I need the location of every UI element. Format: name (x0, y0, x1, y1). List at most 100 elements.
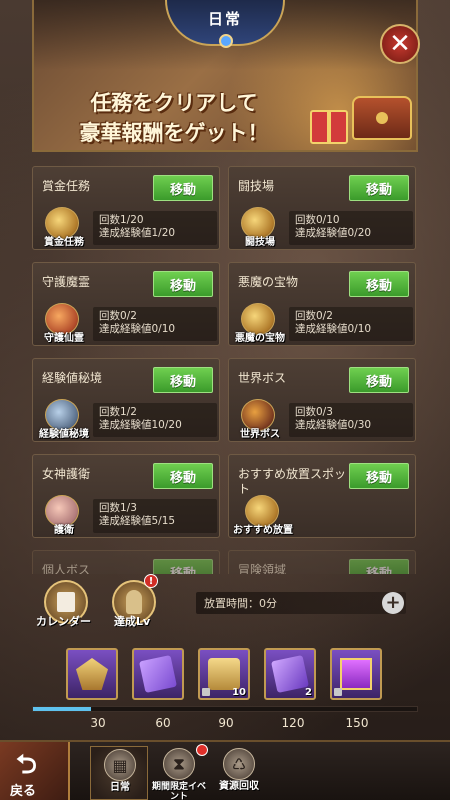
task-card: おすすめ放置スポット 移動 おすすめ放置 (228, 454, 416, 538)
reward-item[interactable]: 2 (264, 648, 316, 700)
move-button[interactable]: 移動 (153, 367, 213, 393)
move-button[interactable]: 移動 (349, 559, 409, 574)
back-button[interactable]: ⮌ 戻る (0, 742, 70, 800)
task-icon-label: 世界ボス (240, 429, 280, 440)
reward-count: 2 (305, 687, 312, 698)
task-card: 経験値秘境 移動 経験値秘境 回数1/2 達成経験値10/20 (32, 358, 220, 442)
move-button[interactable]: 移動 (153, 175, 213, 201)
task-card: 悪魔の宝物 移動 悪魔の宝物 回数0/2 達成経験値0/10 (228, 262, 416, 346)
page-title: 日常 (207, 10, 242, 28)
lock-icon (202, 688, 210, 696)
task-icon-label: 経験値秘境 (39, 429, 89, 440)
task-stats: 回数0/2 達成経験値0/10 (289, 307, 413, 341)
task-title: 個人ボス (42, 563, 91, 574)
task-icon-label: 守護仙霊 (44, 333, 84, 344)
task-count: 回数1/3 (99, 502, 137, 514)
add-idle-time-button[interactable]: + (382, 592, 404, 614)
back-label: 戻る (10, 784, 37, 799)
task-grid[interactable]: 賞金任務 移動 賞金任務 回数1/20 達成経験値1/20 闘技場 移動 闘技場… (32, 166, 418, 574)
task-stats: 回数1/2 達成経験値10/20 (93, 403, 217, 437)
task-title: 闘技場 (238, 179, 275, 193)
recycle-icon: ♺ (223, 748, 255, 780)
reward-count: 10 (232, 687, 246, 698)
back-arrow-icon: ⮌ (16, 750, 37, 780)
task-title: 女神護衛 (42, 467, 91, 481)
move-button[interactable]: 移動 (349, 271, 409, 297)
task-exp: 達成経験値0/30 (295, 419, 372, 431)
reward-item[interactable]: 10 (198, 648, 250, 700)
task-card: 闘技場 移動 闘技場 回数0/10 達成経験値0/20 (228, 166, 416, 250)
wing-emblem-icon (76, 658, 108, 690)
task-stats: 回数1/3 達成経験値5/15 (93, 499, 217, 533)
task-stats: 回数0/3 達成経験値0/30 (289, 403, 413, 437)
close-icon: ✕ (389, 29, 411, 59)
banner-text: 任務をクリアして 豪華報酬をゲット！ (44, 88, 304, 148)
task-title: 賞金任務 (42, 179, 91, 193)
progress-tick: 60 (155, 716, 171, 730)
task-count: 回数0/3 (295, 406, 333, 418)
task-title: 守護魔霊 (42, 275, 91, 289)
task-stats: 回数1/20 達成経験値1/20 (93, 211, 217, 245)
banner-line-2: 豪華報酬をゲット！ (79, 121, 269, 145)
task-count: 回数0/2 (99, 310, 137, 322)
task-title: 世界ボス (238, 371, 287, 385)
move-button[interactable]: 移動 (153, 559, 213, 574)
task-icon-label: おすすめ放置 (233, 525, 293, 536)
task-icon-label: 賞金任務 (44, 237, 84, 248)
task-card: 賞金任務 移動 賞金任務 回数1/20 達成経験値1/20 (32, 166, 220, 250)
task-title: おすすめ放置スポット (238, 467, 347, 496)
lock-icon (334, 688, 342, 696)
task-exp: 達成経験値0/10 (295, 323, 372, 335)
bottom-nav: ⮌ 戻る ▦ 日常 ⧗ 期間限定イベント ♺ 資源回収 (0, 740, 450, 800)
calendar-icon: ▦ (104, 749, 136, 781)
treasure-chest-icon (352, 96, 412, 140)
task-count: 回数1/20 (99, 214, 144, 226)
move-button[interactable]: 移動 (349, 463, 409, 489)
plus-icon: + (385, 592, 401, 613)
task-title: 経験値秘境 (42, 371, 103, 385)
hourglass-icon: ⧗ (163, 748, 195, 780)
purple-ticket-icon (139, 655, 177, 693)
notification-dot (196, 744, 208, 756)
move-button[interactable]: 移動 (153, 463, 213, 489)
idle-time-display: 放置時間：0分 (196, 592, 406, 614)
task-card: 世界ボス 移動 世界ボス 回数0/3 達成経験値0/30 (228, 358, 416, 442)
task-icon-label: 護衛 (54, 525, 74, 536)
task-count: 回数0/2 (295, 310, 333, 322)
close-button[interactable]: ✕ (380, 24, 420, 64)
calendar-icon (57, 592, 75, 612)
tab-daily[interactable]: ▦ 日常 (90, 746, 148, 800)
task-exp: 達成経験値5/15 (99, 515, 176, 527)
task-stats: 回数0/2 達成経験値0/10 (93, 307, 217, 341)
task-count: 回数0/10 (295, 214, 340, 226)
reward-item[interactable] (330, 648, 382, 700)
move-button[interactable]: 移動 (349, 367, 409, 393)
task-card: 個人ボス 移動 (32, 550, 220, 574)
gift-icon (310, 110, 348, 144)
scroll-chest-icon (208, 658, 240, 690)
tab-label: 日常 (110, 782, 130, 793)
reward-item[interactable] (132, 648, 184, 700)
reward-item[interactable] (66, 648, 118, 700)
task-exp: 達成経験値0/20 (295, 227, 372, 239)
task-card: 女神護衛 移動 護衛 回数1/3 達成経験値5/15 (32, 454, 220, 538)
helmet-icon (126, 590, 142, 614)
task-icon-label: 悪魔の宝物 (235, 333, 285, 344)
progress-tick: 90 (218, 716, 234, 730)
task-card: 守護魔霊 移動 守護仙霊 回数0/2 達成経験値0/10 (32, 262, 220, 346)
task-exp: 達成経験値0/10 (99, 323, 176, 335)
progress-tick: 30 (90, 716, 106, 730)
calendar-label: カレンダー (36, 615, 91, 628)
gem-icon (219, 34, 233, 48)
tab-label: 資源回収 (219, 781, 259, 792)
move-button[interactable]: 移動 (349, 175, 409, 201)
tab-resource-recovery[interactable]: ♺ 資源回収 (210, 746, 268, 800)
move-button[interactable]: 移動 (153, 271, 213, 297)
gift-box-icon (340, 658, 372, 690)
daily-progress-bar (32, 706, 418, 712)
reward-track: 10 2 (0, 644, 450, 704)
banner-line-1: 任務をクリアして (90, 91, 258, 115)
purple-card-icon (271, 655, 309, 693)
notification-badge: ! (144, 574, 158, 588)
daily-progress-fill (33, 707, 91, 711)
